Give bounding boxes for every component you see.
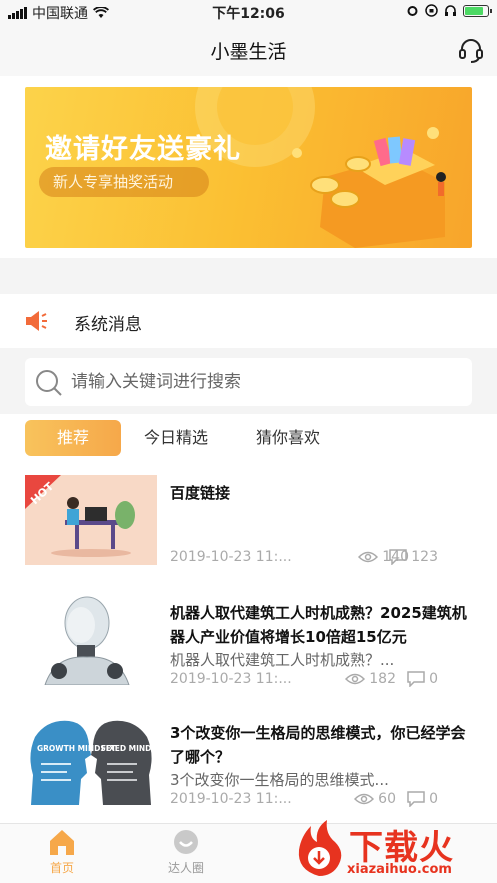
alarm-icon bbox=[407, 6, 418, 16]
speaker-icon bbox=[26, 311, 47, 331]
search-box[interactable] bbox=[25, 358, 472, 406]
system-message-label: 系统消息 bbox=[74, 315, 142, 335]
section-divider bbox=[0, 258, 497, 294]
tabbar-experts-label: 达人圈 bbox=[167, 861, 204, 875]
tabbar-experts[interactable]: 达人圈 bbox=[146, 828, 226, 876]
article-date: 2019-10-23 11:... bbox=[170, 671, 292, 687]
fixed-mindset-label: FIXED MINDSET bbox=[101, 744, 157, 753]
headphones-icon bbox=[445, 5, 456, 16]
comment-count-value: 123 bbox=[411, 549, 438, 565]
tabbar-home[interactable]: 首页 bbox=[22, 828, 102, 876]
tab-today-picks[interactable]: 今日精选 bbox=[131, 420, 221, 456]
banner-headline: 邀请好友送豪礼 bbox=[45, 134, 241, 165]
search-icon bbox=[36, 370, 62, 396]
page-title: 小墨生活 bbox=[210, 41, 287, 63]
comment-count-value: 0 bbox=[429, 791, 438, 807]
article-title: 百度链接 bbox=[170, 484, 231, 502]
home-icon bbox=[50, 830, 74, 855]
mindset-illustration: GROWTH MINDSET FIXED MINDSET bbox=[25, 715, 157, 805]
battery-icon bbox=[463, 4, 492, 17]
system-message-bar[interactable]: 系统消息 bbox=[0, 294, 497, 348]
orientation-lock-icon bbox=[425, 4, 438, 17]
article-date: 2019-10-23 11:... bbox=[170, 549, 292, 565]
promo-banner[interactable]: 邀请好友送豪礼 新人专享抽奖活动 bbox=[25, 87, 472, 248]
article-summary: 3个改变你一生格局的思维模式... bbox=[170, 771, 389, 789]
comment-count-value: 0 bbox=[429, 671, 438, 687]
search-input[interactable] bbox=[71, 366, 451, 398]
status-bar: 中国联通 下午12:06 bbox=[0, 0, 497, 24]
view-count-value: 182 bbox=[369, 671, 396, 687]
category-tabs: 推荐 今日精选 猜你喜欢 bbox=[0, 414, 497, 464]
article-item[interactable]: GROWTH MINDSET FIXED MINDSET 3个改变你一生格局的思… bbox=[0, 715, 497, 833]
eye-icon bbox=[354, 793, 375, 805]
search-section bbox=[0, 348, 497, 414]
nav-bar: 小墨生活 bbox=[0, 24, 497, 76]
article-title: 3个改变你一生格局的思维模式，你已经学会了哪个？ bbox=[170, 724, 466, 766]
banner-subtitle: 新人专享抽奖活动 bbox=[39, 167, 210, 197]
eye-icon bbox=[345, 673, 366, 685]
comment-count: 123 bbox=[389, 549, 438, 565]
article-summary: 机器人取代建筑工人时机成熟？... bbox=[170, 651, 395, 669]
view-count: 182 bbox=[345, 671, 396, 687]
comment-icon bbox=[407, 671, 425, 687]
article-date: 2019-10-23 11:... bbox=[170, 791, 292, 807]
view-count: 60 bbox=[354, 791, 396, 807]
article-item[interactable]: 机器人取代建筑工人时机成熟？2025建筑机器人产业价值将增长10倍超15亿元 机… bbox=[0, 595, 497, 713]
watermark-url: xiazaihuo.com bbox=[347, 862, 452, 877]
article-item[interactable]: HOT 百度链接 2019-10-23 11:... 140 123 bbox=[0, 475, 497, 593]
circle-community-icon bbox=[174, 830, 198, 854]
eye-icon bbox=[358, 551, 379, 563]
comment-icon bbox=[407, 791, 425, 807]
tab-recommend[interactable]: 推荐 bbox=[25, 420, 121, 456]
article-thumbnail bbox=[25, 595, 157, 685]
desk-illustration: HOT bbox=[25, 475, 157, 565]
article-title: 机器人取代建筑工人时机成熟？2025建筑机器人产业价值将增长10倍超15亿元 bbox=[170, 604, 467, 646]
customer-service-icon[interactable] bbox=[457, 36, 485, 64]
tab-you-may-like[interactable]: 猜你喜欢 bbox=[243, 420, 333, 456]
article-thumbnail: GROWTH MINDSET FIXED MINDSET bbox=[25, 715, 157, 805]
flame-icon bbox=[298, 820, 342, 876]
comment-count: 0 bbox=[407, 671, 438, 687]
view-count-value: 60 bbox=[378, 791, 396, 807]
comment-icon bbox=[389, 549, 408, 565]
comment-count: 0 bbox=[407, 791, 438, 807]
article-thumbnail: HOT bbox=[25, 475, 157, 565]
robot-illustration bbox=[25, 595, 157, 685]
watermark-logo: 下载火 xiazaihuo.com bbox=[293, 818, 493, 880]
tabbar-home-label: 首页 bbox=[49, 861, 74, 875]
